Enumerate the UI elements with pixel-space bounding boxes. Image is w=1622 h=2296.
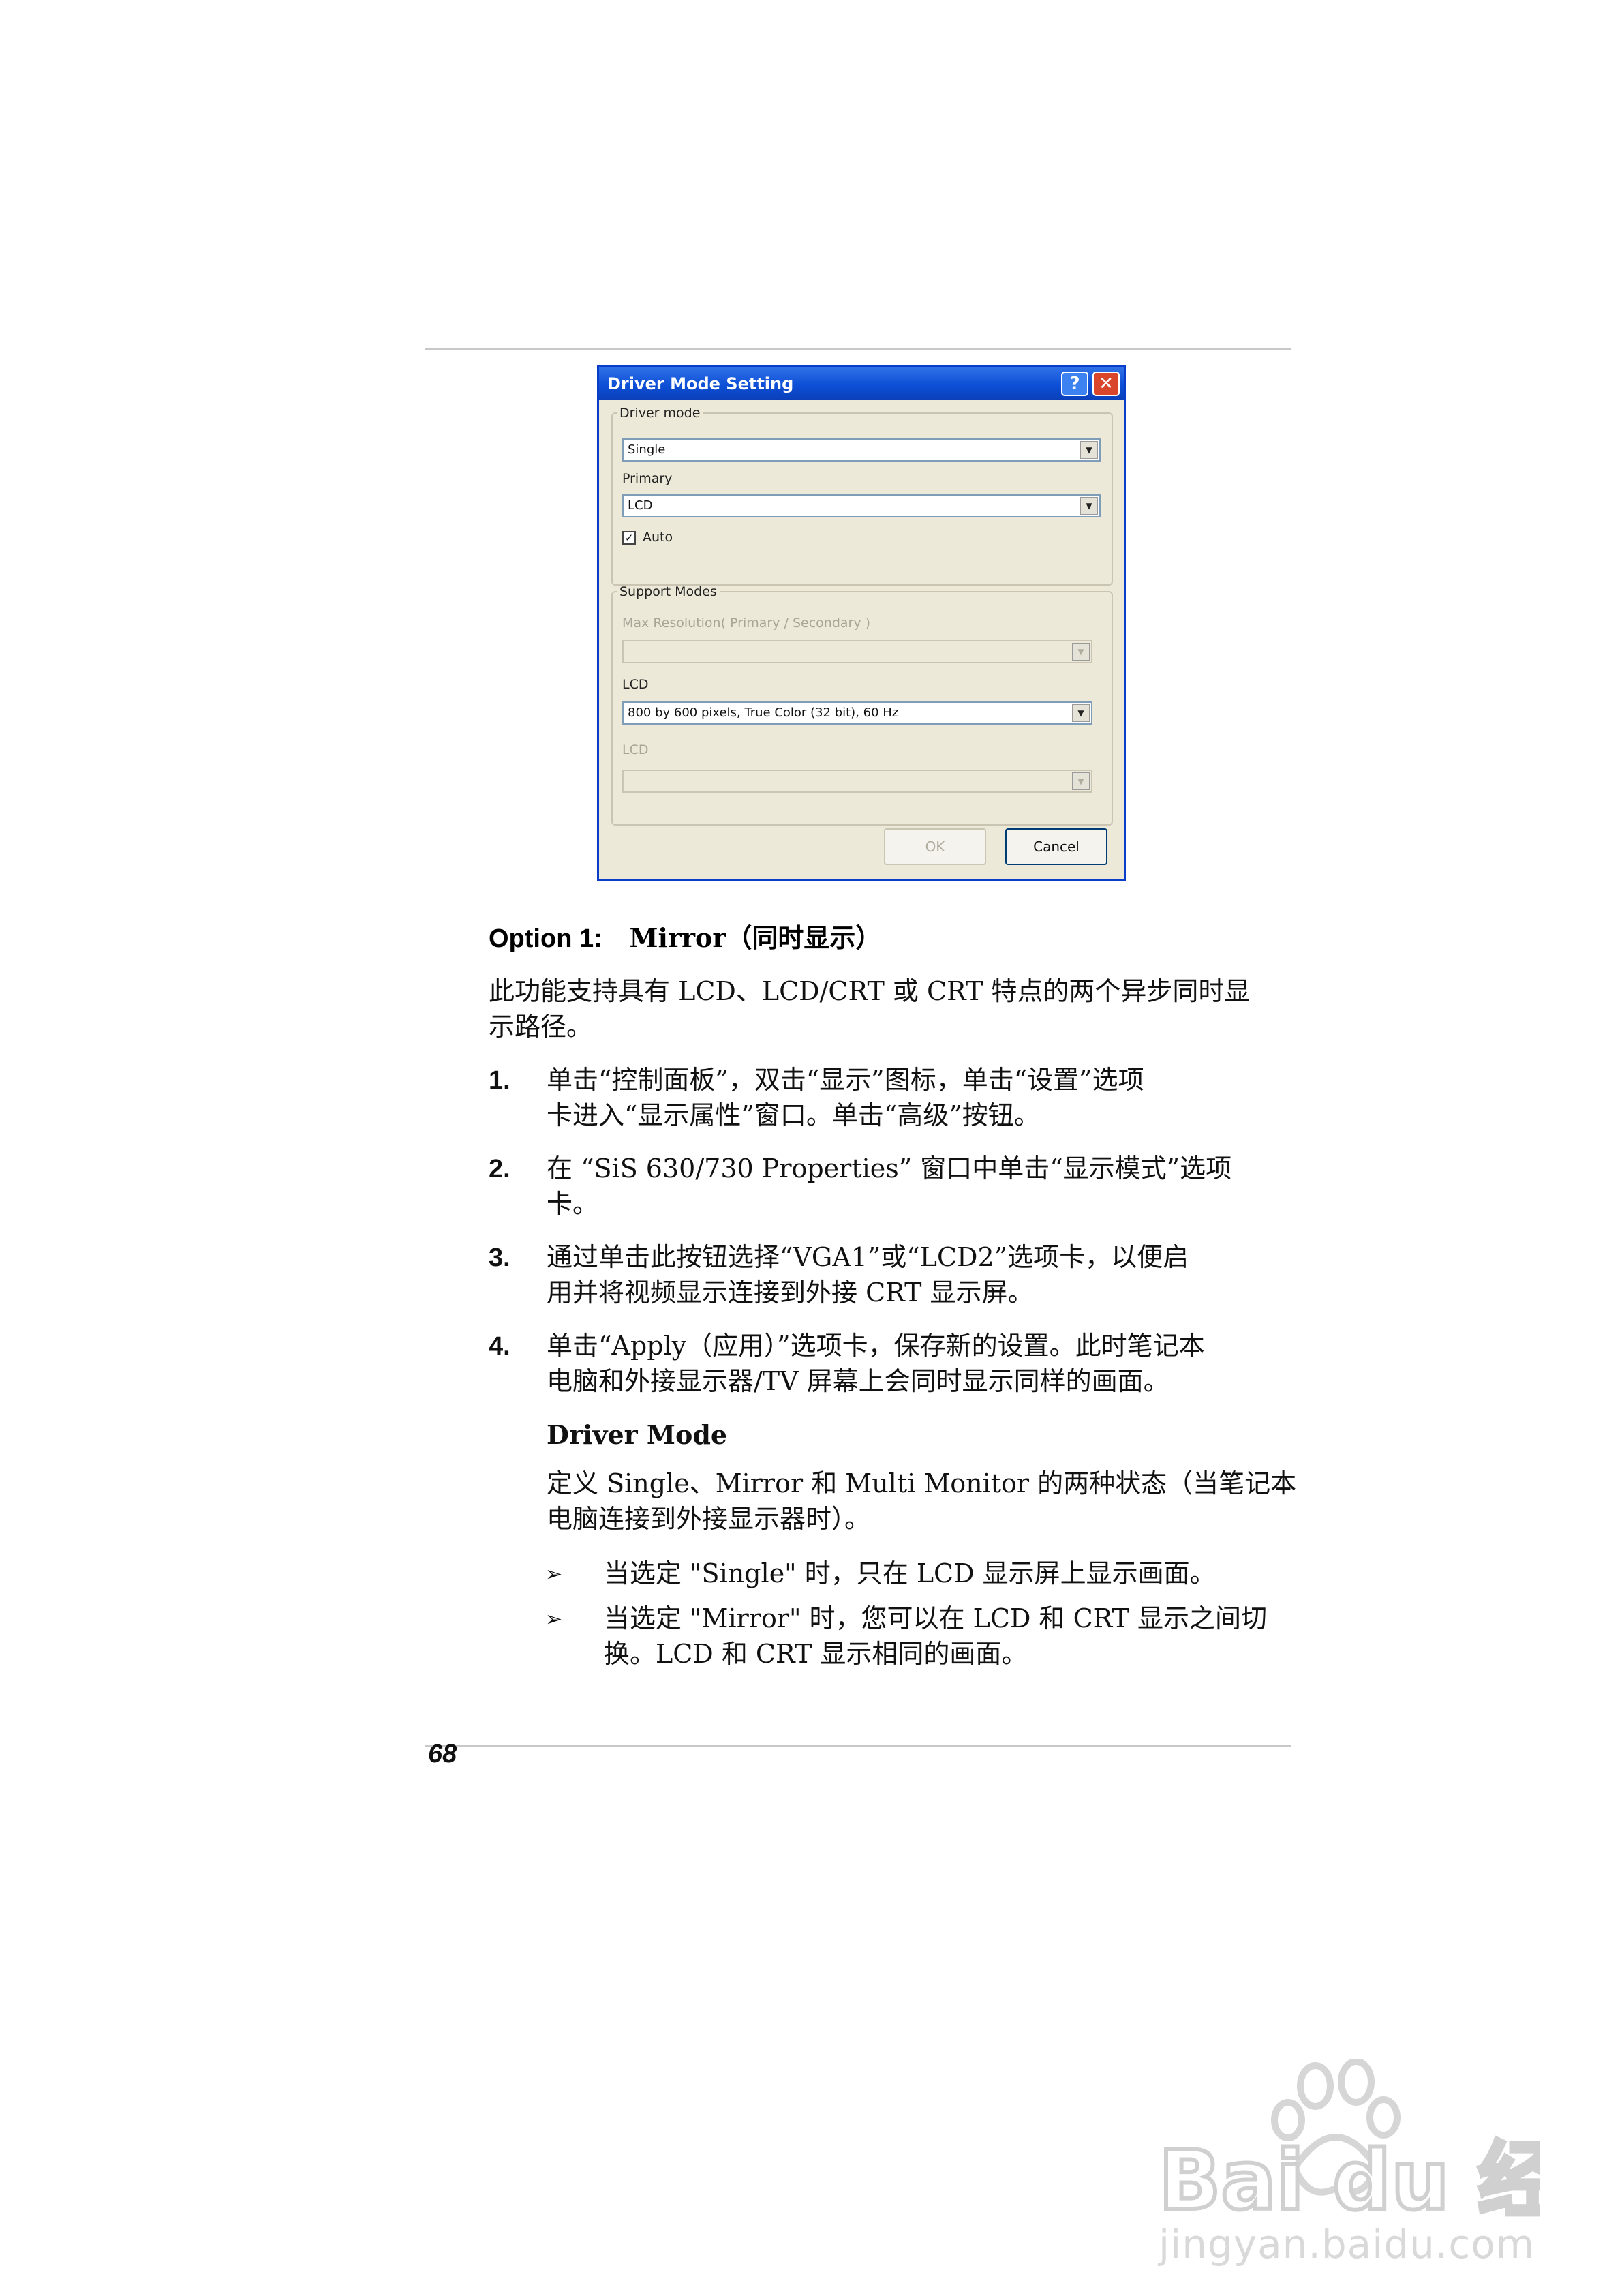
bullet-arrow-icon: ➢ (545, 1562, 563, 1586)
bullet-line: 换。LCD 和 CRT 显示相同的画面。 (604, 1639, 1028, 1669)
secondary-lcd-select: ▼ (622, 770, 1092, 793)
watermark-logo-text: Bai du 经验 (1159, 2134, 1540, 2229)
chevron-down-icon[interactable]: ▼ (1080, 441, 1098, 459)
chevron-down-icon[interactable]: ▼ (1072, 704, 1090, 722)
primary-label: Primary (622, 471, 673, 486)
chevron-down-icon[interactable]: ▼ (1080, 497, 1098, 515)
bullet-arrow-icon: ➢ (545, 1607, 563, 1631)
intro-line: 示路径。 (489, 1012, 593, 1042)
step-line: 电脑和外接显示器/TV 屏幕上会同时显示同样的画面。 (547, 1366, 1169, 1396)
support-modes-group: Support Modes Max Resolution( Primary / … (611, 584, 1113, 826)
option-heading-title: Mirror（同时显示） (629, 922, 882, 953)
lcd-label: LCD (622, 677, 649, 692)
step-text: 单击“Apply（应用）”选项卡，保存新的设置。此时笔记本 电脑和外接显示器/T… (547, 1328, 1205, 1399)
intro-paragraph: 此功能支持具有 LCD、LCD/CRT 或 CRT 特点的两个异步同时显 示路径… (489, 973, 1250, 1044)
bullet-item: 当选定 "Single" 时，只在 LCD 显示屏上显示画面。 (604, 1556, 1216, 1591)
close-icon: ✕ (1099, 374, 1114, 394)
driver-mode-line: 定义 Single、Mirror 和 Multi Monitor 的两种状态（当… (547, 1468, 1297, 1498)
step-number: 2. (489, 1155, 510, 1183)
driver-mode-dialog: Driver Mode Setting ? ✕ Driver mode Sing… (597, 365, 1126, 881)
watermark-url: jingyan.baidu.com (1159, 2221, 1535, 2267)
footer-rule (425, 1745, 1291, 1747)
chevron-down-icon: ▼ (1072, 643, 1090, 661)
step-text: 通过单击此按钮选择“VGA1”或“LCD2”选项卡，以便启 用并将视频显示连接到… (547, 1239, 1189, 1310)
close-button[interactable]: ✕ (1092, 372, 1120, 396)
step-line: 单击“控制面板”，双击“显示”图标，单击“设置”选项 (547, 1065, 1144, 1095)
step-line: 卡。 (547, 1189, 599, 1219)
step-number: 4. (489, 1332, 510, 1361)
bullet-item: 当选定 "Mirror" 时，您可以在 LCD 和 CRT 显示之间切 换。LC… (604, 1601, 1267, 1672)
step-text: 单击“控制面板”，双击“显示”图标，单击“设置”选项 卡进入“显示属性”窗口。单… (547, 1062, 1144, 1133)
step-line: 在 “SiS 630/730 Properties” 窗口中单击“显示模式”选项 (547, 1153, 1232, 1183)
bullet-line: 当选定 "Mirror" 时，您可以在 LCD 和 CRT 显示之间切 (604, 1603, 1268, 1633)
dialog-title: Driver Mode Setting (607, 374, 794, 393)
driver-mode-paragraph: 定义 Single、Mirror 和 Multi Monitor 的两种状态（当… (547, 1466, 1296, 1537)
step-line: 卡进入“显示属性”窗口。单击“高级”按钮。 (547, 1100, 1040, 1130)
bullet-line: 当选定 "Single" 时，只在 LCD 显示屏上显示画面。 (604, 1558, 1216, 1588)
ok-button[interactable]: OK (884, 828, 986, 865)
support-modes-group-label: Support Modes (619, 584, 717, 599)
driver-mode-group: Driver mode Single ▼ Primary LCD ▼ ✓ Aut… (611, 406, 1113, 586)
primary-value: LCD (628, 498, 653, 513)
option-heading: Option 1: Mirror（同时显示） (489, 917, 881, 954)
lcd-resolution-value: 800 by 600 pixels, True Color (32 bit), … (628, 706, 899, 720)
step-text: 在 “SiS 630/730 Properties” 窗口中单击“显示模式”选项… (547, 1151, 1231, 1222)
step-line: 通过单击此按钮选择“VGA1”或“LCD2”选项卡，以便启 (547, 1242, 1189, 1272)
max-resolution-label: Max Resolution( Primary / Secondary ) (622, 616, 871, 631)
cancel-button[interactable]: Cancel (1005, 828, 1107, 865)
secondary-lcd-label: LCD (622, 742, 649, 757)
dialog-titlebar[interactable]: Driver Mode Setting ? ✕ (599, 367, 1124, 400)
driver-mode-heading: Driver Mode (547, 1419, 728, 1450)
auto-checkbox[interactable]: ✓ (622, 531, 636, 545)
driver-mode-group-label: Driver mode (619, 406, 701, 421)
step-number: 1. (489, 1066, 510, 1095)
chevron-down-icon: ▼ (1072, 772, 1090, 790)
intro-line: 此功能支持具有 LCD、LCD/CRT 或 CRT 特点的两个异步同时显 (489, 976, 1251, 1006)
step-number: 3. (489, 1243, 510, 1272)
primary-select[interactable]: LCD ▼ (622, 494, 1101, 517)
step-line: 单击“Apply（应用）”选项卡，保存新的设置。此时笔记本 (547, 1331, 1205, 1361)
help-button[interactable]: ? (1061, 372, 1088, 396)
option-heading-prefix: Option 1: (489, 924, 602, 953)
help-icon: ? (1069, 374, 1080, 394)
baidu-paw-logo-icon: Bai du 经验 (1159, 2059, 1540, 2231)
max-resolution-select: ▼ (622, 640, 1092, 663)
header-rule (425, 348, 1291, 350)
auto-label: Auto (643, 530, 673, 545)
driver-mode-line: 电脑连接到外接显示器时）。 (547, 1504, 871, 1534)
page-number: 68 (428, 1740, 457, 1768)
lcd-resolution-select[interactable]: 800 by 600 pixels, True Color (32 bit), … (622, 701, 1092, 725)
step-line: 用并将视频显示连接到外接 CRT 显示屏。 (547, 1278, 1034, 1308)
driver-mode-value: Single (628, 442, 666, 457)
driver-mode-select[interactable]: Single ▼ (622, 438, 1101, 462)
